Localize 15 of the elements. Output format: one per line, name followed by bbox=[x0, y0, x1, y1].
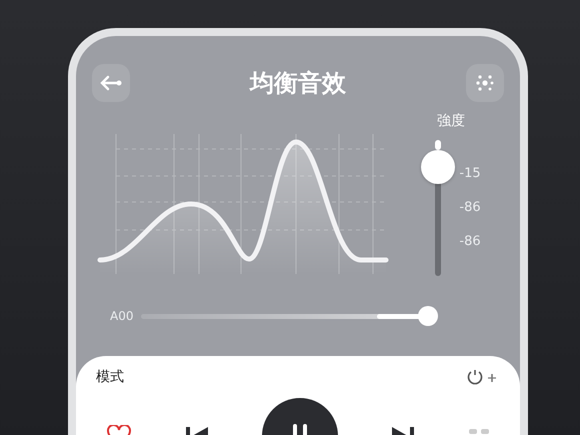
balance-slider[interactable] bbox=[141, 306, 438, 326]
scale-label: -86 bbox=[459, 200, 481, 215]
mode-label: 模式 bbox=[96, 368, 124, 386]
slider-track bbox=[435, 140, 442, 150]
back-arrow-icon bbox=[99, 75, 123, 91]
back-button[interactable] bbox=[92, 64, 130, 102]
scale-label: -86 bbox=[459, 234, 481, 249]
page-title: 均衡音效 bbox=[250, 68, 346, 99]
slider-thumb[interactable] bbox=[421, 150, 456, 184]
balance-label: A00 bbox=[110, 309, 134, 323]
scale-label: -15 bbox=[459, 166, 481, 181]
strength-label: 強度 bbox=[437, 112, 465, 130]
dots-icon bbox=[475, 73, 495, 93]
slider-thumb[interactable] bbox=[418, 306, 438, 326]
more-button[interactable] bbox=[466, 64, 504, 102]
